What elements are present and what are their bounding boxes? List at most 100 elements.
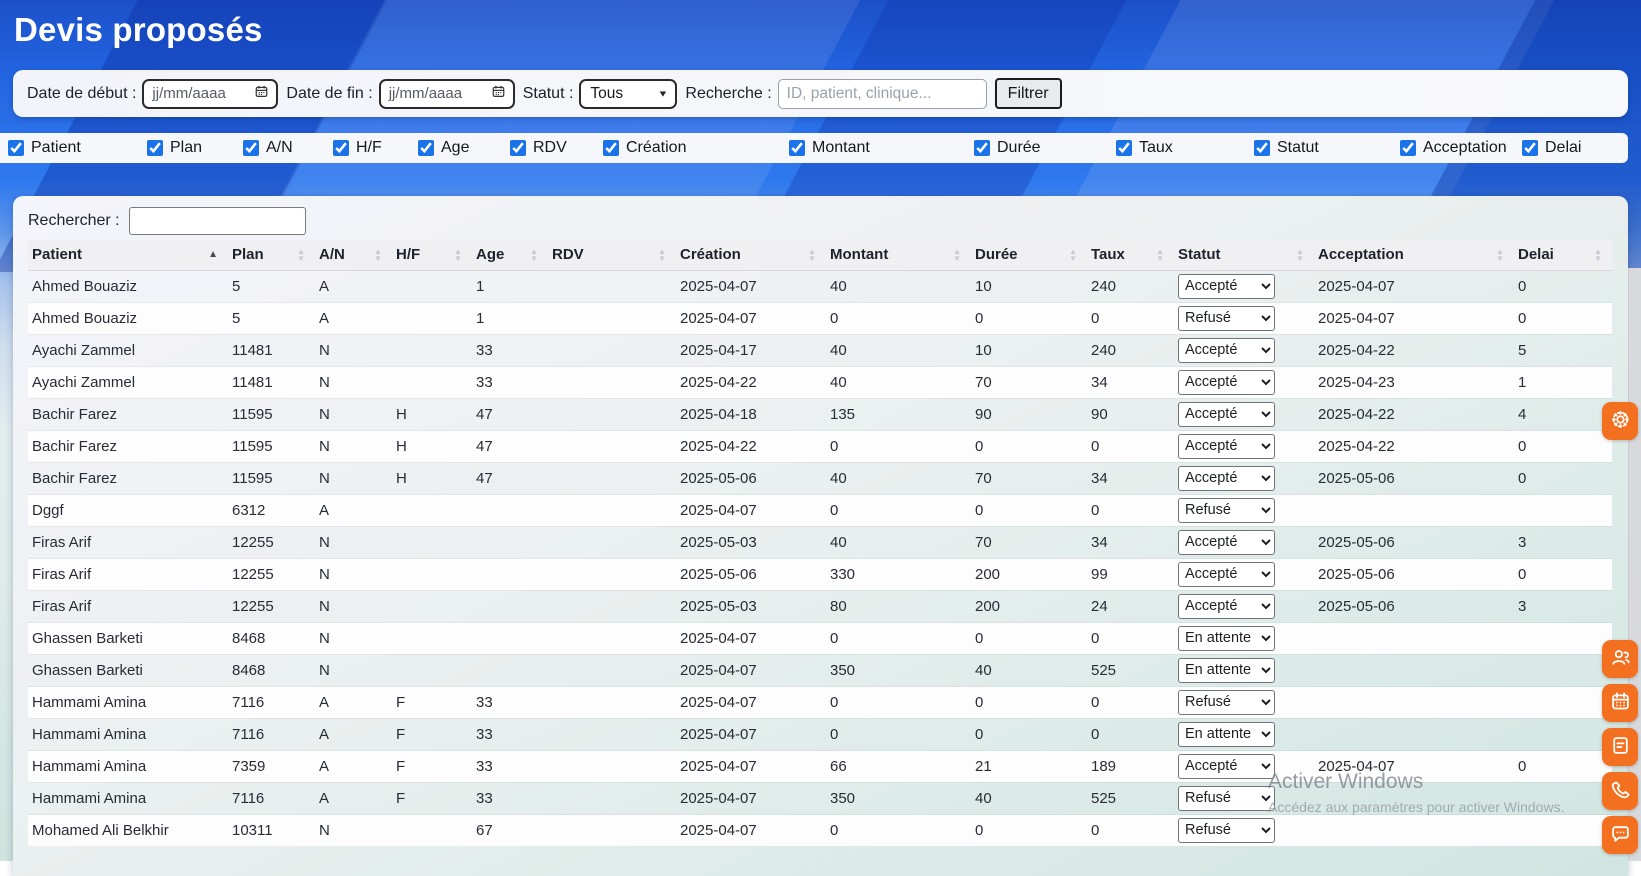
cell-taux: 99 (1087, 558, 1174, 590)
statut-select[interactable]: AcceptéRefuséEn attente (1178, 274, 1275, 299)
col-header-plan[interactable]: Plan▲▼ (228, 240, 315, 270)
statut-select[interactable]: AcceptéRefuséEn attente (1178, 690, 1275, 715)
statut-select[interactable]: AcceptéRefuséEn attente (1178, 722, 1275, 747)
search-filter-label: Recherche : (685, 85, 771, 103)
cell-taux: 240 (1087, 334, 1174, 366)
cell-plan: 6312 (228, 494, 315, 526)
statut-select[interactable]: AcceptéRefuséEn attente (1178, 818, 1275, 843)
date-end-input[interactable]: jj/mm/aaaa (379, 79, 515, 109)
cell-hf (392, 590, 472, 622)
statut-select[interactable]: AcceptéRefuséEn attente (1178, 338, 1275, 363)
col-header-age[interactable]: Age▲▼ (472, 240, 548, 270)
statut-select[interactable]: AcceptéRefuséEn attente (1178, 786, 1275, 811)
cell-creation: 2025-04-07 (676, 302, 826, 334)
patients-fab[interactable] (1602, 640, 1638, 678)
chat-fab[interactable] (1602, 816, 1638, 854)
statut-select[interactable]: AcceptéRefuséEn attente (1178, 658, 1275, 683)
column-toggle-checkbox-taux[interactable] (1116, 140, 1132, 156)
statut-select[interactable]: AcceptéRefuséEn attente (1178, 594, 1275, 619)
column-toggle-checkbox-creation[interactable] (603, 140, 619, 156)
col-header-patient[interactable]: Patient▲ (28, 240, 228, 270)
cell-duree: 70 (971, 366, 1087, 398)
cell-an: A (315, 302, 392, 334)
statut-select[interactable]: AcceptéRefuséEn attente (1178, 626, 1275, 651)
cell-rdv (548, 334, 676, 366)
column-toggle-checkbox-acceptation[interactable] (1400, 140, 1416, 156)
date-start-input[interactable]: jj/mm/aaaa (142, 79, 278, 109)
calendar-icon[interactable] (491, 84, 506, 103)
search-input[interactable] (778, 79, 987, 109)
cell-creation: 2025-04-17 (676, 334, 826, 366)
cell-duree: 0 (971, 686, 1087, 718)
cell-creation: 2025-04-07 (676, 270, 826, 302)
cell-acceptation: 2025-05-06 (1314, 526, 1514, 558)
column-toggle-checkbox-plan[interactable] (147, 140, 163, 156)
cell-creation: 2025-04-07 (676, 782, 826, 814)
filtrer-button[interactable]: Filtrer (995, 78, 1062, 109)
cell-plan: 11595 (228, 462, 315, 494)
statut-select[interactable]: AcceptéRefuséEn attente (1178, 402, 1275, 427)
column-toggle-checkbox-age[interactable] (418, 140, 434, 156)
col-header-montant[interactable]: Montant▲▼ (826, 240, 971, 270)
col-header-acceptation[interactable]: Acceptation▲▼ (1314, 240, 1514, 270)
cell-an: A (315, 718, 392, 750)
col-header-delai[interactable]: Delai▲▼ (1514, 240, 1612, 270)
col-header-duree[interactable]: Durée▲▼ (971, 240, 1087, 270)
column-toggle-taux: Taux (1116, 133, 1173, 163)
calendar-fab[interactable] (1602, 684, 1638, 722)
column-toggle-label: Création (626, 139, 686, 157)
col-header-an[interactable]: A/N▲▼ (315, 240, 392, 270)
date-start-label: Date de début : (27, 85, 136, 103)
statut-select[interactable]: AcceptéRefuséEn attente (1178, 498, 1275, 523)
settings-fab[interactable] (1602, 402, 1638, 440)
column-toggle-checkbox-hf[interactable] (333, 140, 349, 156)
cell-delai: 4 (1514, 398, 1612, 430)
cell-patient: Firas Arif (28, 526, 228, 558)
statut-select[interactable]: AcceptéRefuséEn attente (1178, 370, 1275, 395)
statut-select[interactable]: AcceptéRefuséEn attente (1178, 466, 1275, 491)
phone-fab[interactable] (1602, 772, 1638, 810)
statut-select[interactable]: AcceptéRefuséEn attente (1178, 306, 1275, 331)
cell-statut: AcceptéRefuséEn attente (1174, 494, 1314, 526)
table-row: Firas Arif12255N2025-05-038020024Accepté… (28, 590, 1612, 622)
cell-duree: 0 (971, 302, 1087, 334)
statut-select[interactable]: AcceptéRefuséEn attente (1178, 530, 1275, 555)
col-header-statut[interactable]: Statut▲▼ (1174, 240, 1314, 270)
column-toggle-checkbox-montant[interactable] (789, 140, 805, 156)
sort-icon: ▲▼ (953, 248, 961, 262)
cell-rdv (548, 750, 676, 782)
notes-fab[interactable] (1602, 728, 1638, 766)
col-header-rdv[interactable]: RDV▲▼ (548, 240, 676, 270)
cell-rdv (548, 270, 676, 302)
cell-statut: AcceptéRefuséEn attente (1174, 430, 1314, 462)
column-toggle-checkbox-delai[interactable] (1522, 140, 1538, 156)
sort-icon: ▲▼ (374, 248, 382, 262)
calendar-icon[interactable] (254, 84, 269, 103)
cell-taux: 525 (1087, 782, 1174, 814)
column-toggle-checkbox-an[interactable] (243, 140, 259, 156)
column-toggle-checkbox-patient[interactable] (8, 140, 24, 156)
column-toggle-checkbox-rdv[interactable] (510, 140, 526, 156)
statut-filter-select[interactable]: Tous ▼ (579, 79, 677, 109)
cell-creation: 2025-04-18 (676, 398, 826, 430)
cell-delai (1514, 814, 1612, 846)
cell-hf (392, 270, 472, 302)
cell-creation: 2025-04-07 (676, 814, 826, 846)
statut-select[interactable]: AcceptéRefuséEn attente (1178, 434, 1275, 459)
column-toggle-checkbox-duree[interactable] (974, 140, 990, 156)
col-header-hf[interactable]: H/F▲▼ (392, 240, 472, 270)
statut-select[interactable]: AcceptéRefuséEn attente (1178, 562, 1275, 587)
statut-select[interactable]: AcceptéRefuséEn attente (1178, 754, 1275, 779)
column-toggle-checkbox-statut[interactable] (1254, 140, 1270, 156)
cell-rdv (548, 654, 676, 686)
cell-montant: 0 (826, 494, 971, 526)
cell-creation: 2025-05-03 (676, 590, 826, 622)
cell-taux: 525 (1087, 654, 1174, 686)
cell-creation: 2025-04-07 (676, 750, 826, 782)
cell-acceptation: 2025-05-06 (1314, 558, 1514, 590)
col-header-taux[interactable]: Taux▲▼ (1087, 240, 1174, 270)
column-toggle-label: RDV (533, 139, 567, 157)
col-header-creation[interactable]: Création▲▼ (676, 240, 826, 270)
cell-patient: Firas Arif (28, 590, 228, 622)
table-search-input[interactable] (129, 207, 306, 235)
